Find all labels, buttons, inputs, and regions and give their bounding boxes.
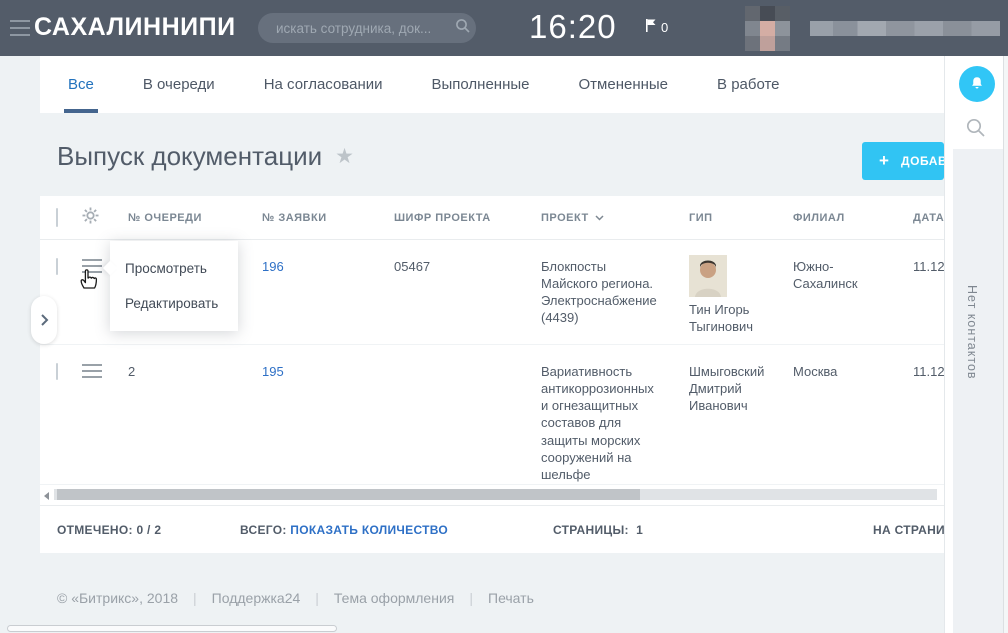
chevron-down-icon — [595, 215, 604, 221]
row-checkbox[interactable] — [56, 363, 58, 380]
column-branch[interactable]: ФИЛИАЛ — [793, 212, 913, 224]
grid-footer: ОТМЕЧЕНО: 0 / 2 ВСЕГО: ПОКАЗАТЬ КОЛИЧЕСТ… — [40, 505, 944, 553]
column-date[interactable]: ДАТА — [913, 212, 944, 224]
column-request[interactable]: № ЗАЯВКИ — [262, 212, 394, 224]
cell-project: Вариативность антикоррозионных и огнезащ… — [541, 345, 689, 484]
tab-queued[interactable]: В очереди — [143, 56, 215, 113]
page-title: Выпуск документации — [57, 141, 322, 172]
cell-code — [394, 345, 541, 484]
plus-icon: + — [879, 151, 889, 171]
search-icon — [965, 117, 986, 138]
request-link[interactable]: 196 — [262, 259, 284, 274]
request-link[interactable]: 195 — [262, 364, 284, 379]
cell-date: 11.12 — [913, 345, 944, 484]
context-menu-view[interactable]: Просмотреть — [110, 251, 238, 286]
notifications-button[interactable] — [959, 66, 995, 102]
no-contacts-label: Нет контактов — [965, 285, 979, 380]
tab-all[interactable]: Все — [68, 56, 94, 113]
right-rail: Нет контактов — [944, 56, 1008, 633]
menu-burger-icon[interactable] — [10, 20, 30, 36]
rail-search-button[interactable] — [965, 117, 986, 143]
tab-approval[interactable]: На согласовании — [264, 56, 383, 113]
grid-header-row: № ОЧЕРЕДИ № ЗАЯВКИ ШИФР ПРОЕКТА ПРОЕКТ Г… — [40, 196, 944, 240]
row-context-menu: Просмотреть Редактировать — [110, 241, 238, 331]
app-screen: САХАЛИННИПИ 16:20 0 Все В очереди На сог… — [0, 0, 1008, 633]
support-link[interactable]: Поддержка24 — [212, 590, 301, 606]
flag-icon — [646, 19, 656, 35]
tab-cancelled[interactable]: Отмененные — [579, 56, 669, 113]
select-all-checkbox[interactable] — [56, 208, 58, 227]
pages-counter: СТРАНИЦЫ: 1 — [553, 523, 643, 537]
user-name-blurred[interactable] — [810, 21, 1000, 36]
user-avatar-blurred[interactable] — [745, 6, 790, 51]
row-menu-button[interactable] — [82, 364, 102, 378]
company-logo: САХАЛИННИПИ — [34, 13, 236, 42]
flag-counter[interactable]: 0 — [646, 19, 668, 35]
rail-background — [953, 149, 1008, 633]
per-page-selector[interactable]: НА СТРАНИЦЕ: — [873, 523, 944, 537]
top-bar: САХАЛИННИПИ 16:20 0 — [0, 0, 1008, 56]
checked-counter: ОТМЕЧЕНО: 0 / 2 — [57, 523, 161, 537]
grid-settings-button[interactable] — [82, 207, 128, 229]
cell-branch: Южно-Сахалинск — [793, 240, 913, 344]
browser-scrollbar-gutter[interactable] — [1003, 56, 1008, 633]
expand-panel-button[interactable] — [31, 296, 57, 344]
cell-code: 05467 — [394, 240, 541, 344]
flag-count: 0 — [661, 20, 668, 35]
theme-link[interactable]: Тема оформления — [334, 590, 454, 606]
column-queue[interactable]: № ОЧЕРЕДИ — [128, 212, 262, 224]
search-icon[interactable] — [455, 18, 471, 39]
chevron-right-icon — [40, 313, 49, 327]
table-row: 2 195 Вариативность антикоррозионных и о… — [40, 345, 944, 485]
context-menu-edit[interactable]: Редактировать — [110, 286, 238, 321]
footer-divider: | — [193, 590, 197, 606]
cell-branch: Москва — [793, 345, 913, 484]
page-horizontal-scrollbar[interactable] — [7, 625, 337, 632]
grid-horizontal-scrollbar — [40, 485, 944, 505]
tab-in-progress[interactable]: В работе — [717, 56, 780, 113]
column-gip[interactable]: ГИП — [689, 212, 793, 224]
global-search-input[interactable] — [274, 20, 455, 37]
favorite-star-icon[interactable]: ★ — [335, 146, 354, 167]
tab-done[interactable]: Выполненные — [432, 56, 530, 113]
footer-divider: | — [315, 590, 319, 606]
show-count-link[interactable]: ПОКАЗАТЬ КОЛИЧЕСТВО — [290, 523, 448, 537]
scrollbar-thumb[interactable] — [57, 489, 640, 500]
copyright: © «Битрикс», 2018 — [57, 590, 178, 606]
bell-icon — [968, 75, 986, 93]
row-checkbox[interactable] — [56, 258, 58, 275]
column-project[interactable]: ПРОЕКТ — [541, 212, 689, 224]
status-tabs: Все В очереди На согласовании Выполненны… — [40, 56, 944, 113]
cell-project: Блокпосты Майского региона. Электроснабж… — [541, 240, 689, 344]
gear-icon — [82, 207, 99, 224]
cell-gip: Тин Игорь Тыгинович — [689, 240, 793, 344]
page-footer: © «Битрикс», 2018 | Поддержка24 | Тема о… — [57, 590, 534, 606]
total-counter: ВСЕГО: ПОКАЗАТЬ КОЛИЧЕСТВО — [240, 523, 448, 537]
add-button[interactable]: + ДОБАВИТЬ — [862, 142, 944, 180]
cell-gip: Шмыговский Дмитрий Иванович — [689, 345, 793, 484]
clock[interactable]: 16:20 — [529, 8, 617, 46]
mouse-cursor-icon — [76, 266, 100, 297]
cell-date: 11.12 — [913, 240, 944, 344]
cell-queue: 2 — [128, 345, 262, 484]
footer-divider: | — [469, 590, 473, 606]
scroll-left-arrow[interactable] — [44, 492, 49, 500]
global-search[interactable] — [258, 13, 476, 43]
gip-avatar — [689, 255, 727, 297]
print-link[interactable]: Печать — [488, 590, 534, 606]
column-code[interactable]: ШИФР ПРОЕКТА — [394, 212, 541, 224]
